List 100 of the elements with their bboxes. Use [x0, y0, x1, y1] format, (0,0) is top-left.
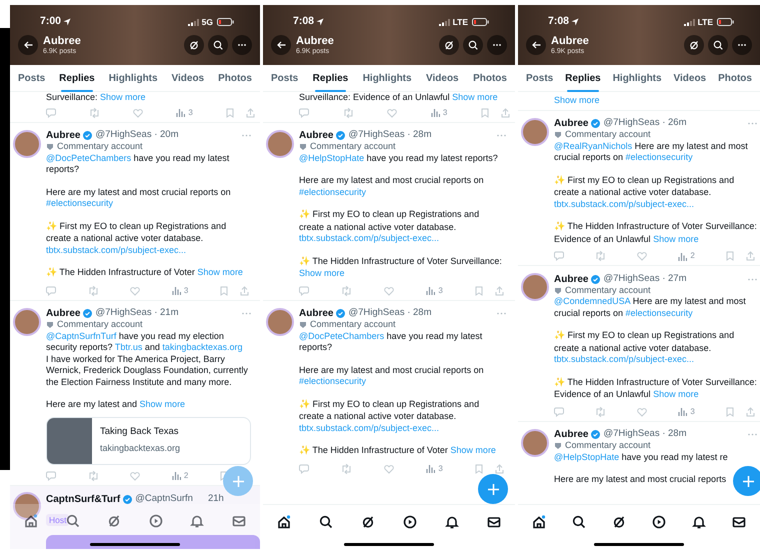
reply-icon[interactable] [554, 406, 564, 416]
show-more-link[interactable]: Show more [197, 267, 243, 277]
repost-icon[interactable] [88, 470, 99, 480]
link-card[interactable]: Taking Back Texas takingbacktexas.org [46, 416, 251, 464]
more-icon[interactable] [748, 278, 757, 280]
heart-icon[interactable] [130, 470, 140, 480]
share-icon[interactable] [246, 108, 255, 118]
share-icon[interactable] [494, 286, 504, 296]
avatar[interactable] [521, 273, 549, 301]
views-icon[interactable] [426, 464, 436, 473]
repost-icon[interactable] [88, 286, 99, 296]
reply-icon[interactable] [299, 108, 309, 118]
repost-icon[interactable] [341, 286, 352, 296]
tab[interactable]: Photos [216, 65, 254, 92]
more-icon[interactable] [497, 312, 506, 315]
compose-button[interactable] [223, 466, 253, 496]
search-button[interactable] [708, 35, 728, 55]
compose-button[interactable] [733, 466, 760, 496]
compose-button[interactable] [478, 474, 508, 504]
reply-icon[interactable] [299, 464, 309, 474]
share-icon[interactable] [240, 286, 249, 296]
hashtag-link[interactable]: #electionsecurity [299, 186, 366, 196]
bookmark-icon[interactable] [220, 286, 228, 296]
bookmark-icon[interactable] [726, 251, 734, 261]
tab[interactable]: Highlights [360, 65, 414, 92]
mention-link[interactable]: @RealRyanNichols [554, 140, 632, 150]
views-icon[interactable] [176, 108, 186, 117]
search-icon[interactable] [319, 515, 333, 529]
back-button[interactable] [18, 35, 38, 55]
show-more-link[interactable]: Show more [450, 445, 496, 455]
more-icon[interactable] [242, 312, 251, 315]
views-icon[interactable] [172, 471, 181, 480]
reply-icon[interactable] [46, 470, 56, 480]
author-name[interactable]: Aubree [46, 128, 80, 143]
tab[interactable]: Photos [716, 65, 754, 92]
heart-icon[interactable] [384, 464, 394, 474]
author-name[interactable]: Aubree [554, 272, 588, 286]
avatar[interactable] [13, 308, 41, 336]
search-button[interactable] [463, 35, 483, 55]
mail-icon[interactable] [487, 515, 501, 529]
mail-icon[interactable] [732, 515, 746, 529]
show-more-link[interactable]: Show more [299, 268, 345, 278]
search-icon[interactable] [572, 515, 586, 529]
home-icon[interactable] [277, 515, 291, 529]
views-icon[interactable] [678, 407, 688, 416]
heart-icon[interactable] [387, 108, 398, 118]
grok-button[interactable] [184, 35, 204, 55]
url-link[interactable]: tbtx.substack.com/p/subject-exec... [46, 244, 186, 254]
tab[interactable]: Photos [471, 65, 509, 92]
back-button[interactable] [271, 35, 291, 55]
url-link[interactable]: tbtx.substack.com/p/subject-exec... [299, 422, 440, 432]
repost-icon[interactable] [342, 108, 354, 118]
bookmark-icon[interactable] [726, 406, 734, 416]
reply-icon[interactable] [299, 286, 309, 296]
avatar[interactable] [266, 308, 294, 336]
bell-icon[interactable] [445, 515, 459, 529]
show-more-link[interactable]: Show more [140, 399, 186, 409]
url-link[interactable]: Tbtr.us [114, 342, 142, 352]
play-icon[interactable] [652, 515, 666, 529]
home-icon[interactable] [24, 514, 38, 528]
avatar[interactable] [521, 118, 549, 146]
search-button[interactable] [208, 35, 228, 55]
mention-link[interactable]: @HelpStopHate [554, 452, 620, 462]
more-icon[interactable] [748, 433, 757, 436]
repost-icon[interactable] [89, 108, 100, 118]
tab[interactable]: Replies [310, 65, 350, 92]
hashtag-link[interactable]: #electionsecurity [46, 198, 114, 208]
url-link[interactable]: takingbacktexas.org [162, 342, 242, 352]
tab[interactable]: Videos [424, 65, 461, 92]
grok-button[interactable] [439, 35, 459, 55]
repost-icon[interactable] [595, 406, 606, 416]
tab[interactable]: Posts [16, 65, 48, 92]
author-name[interactable]: Aubree [299, 306, 334, 321]
tab[interactable]: Replies [57, 65, 97, 92]
grok-button[interactable] [684, 35, 704, 55]
reply-icon[interactable] [46, 286, 56, 296]
bookmark-icon[interactable] [480, 108, 489, 118]
avatar[interactable] [266, 130, 294, 158]
url-link[interactable]: tbtx.substack.com/p/subject-exec... [554, 354, 694, 364]
url-link[interactable]: tbtx.substack.com/p/subject-exec... [554, 198, 694, 208]
tab[interactable]: Posts [524, 65, 556, 92]
mention-link[interactable]: @DocPeteChambers [299, 330, 384, 340]
slashed-circle-icon[interactable] [612, 515, 626, 529]
hashtag-link[interactable]: #electionsecurity [299, 376, 366, 386]
author-name[interactable]: Aubree [299, 128, 334, 143]
url-link[interactable]: tbtx.substack.com/p/subject-exec... [299, 233, 440, 243]
reply-icon[interactable] [554, 251, 564, 261]
views-icon[interactable] [430, 108, 440, 117]
bookmark-icon[interactable] [474, 464, 483, 474]
heart-icon[interactable] [637, 251, 648, 261]
bell-icon[interactable] [692, 515, 706, 529]
views-icon[interactable] [426, 286, 436, 295]
avatar[interactable] [13, 492, 41, 520]
back-button[interactable] [526, 35, 546, 55]
repost-icon[interactable] [341, 464, 352, 474]
avatar[interactable] [13, 130, 41, 158]
more-icon[interactable] [748, 122, 757, 125]
more-icon[interactable] [242, 134, 251, 137]
bookmark-icon[interactable] [474, 286, 483, 296]
play-icon[interactable] [403, 515, 417, 529]
